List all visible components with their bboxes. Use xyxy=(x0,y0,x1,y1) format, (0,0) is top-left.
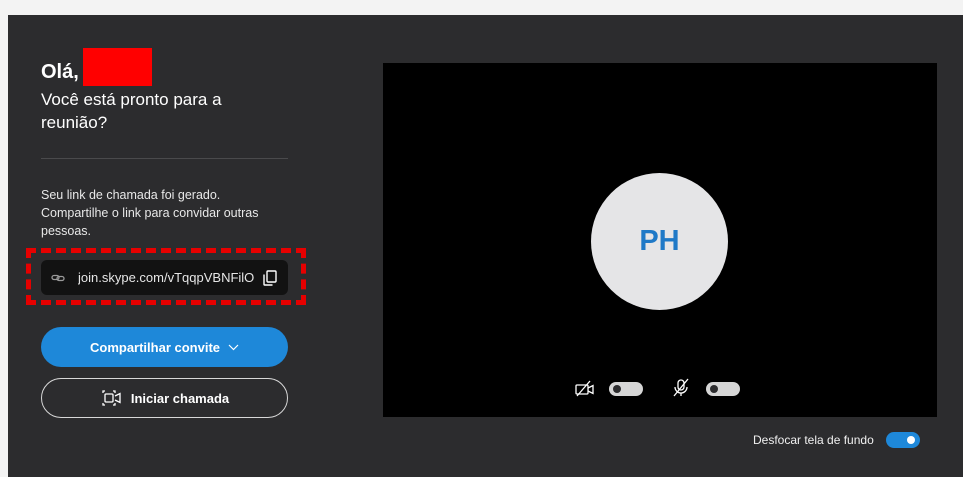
share-invite-label: Compartilhar convite xyxy=(89,339,221,355)
greeting-text: Olá, xyxy=(41,60,79,83)
call-link-url[interactable]: join.skype.com/vTqqpVBNFilO xyxy=(78,270,263,285)
call-link-field[interactable]: join.skype.com/vTqqpVBNFilO xyxy=(41,260,288,295)
divider xyxy=(41,158,288,159)
camera-toggle[interactable] xyxy=(609,382,643,396)
share-invite-button[interactable]: Compartilhar convite xyxy=(41,327,288,367)
copy-icon[interactable] xyxy=(263,269,279,286)
ready-prompt: Você está pronto para a reunião? xyxy=(41,90,222,132)
blur-background-toggle[interactable] xyxy=(886,432,920,448)
start-call-button[interactable]: Iniciar chamada xyxy=(41,378,288,418)
link-icon xyxy=(51,270,67,286)
video-camera-icon xyxy=(100,389,122,407)
mic-toggle[interactable] xyxy=(706,382,740,396)
mic-off-icon[interactable] xyxy=(671,378,691,398)
chevron-down-icon xyxy=(228,344,239,351)
blur-background-label: Desfocar tela de fundo xyxy=(753,433,874,447)
avatar: PH xyxy=(591,173,728,310)
camera-off-icon[interactable] xyxy=(575,379,595,399)
redacted-name xyxy=(82,48,152,86)
link-info-text: Seu link de chamada foi gerado. Comparti… xyxy=(41,188,259,238)
start-call-label: Iniciar chamada xyxy=(130,390,230,406)
greeting: Olá, xyxy=(41,48,152,86)
